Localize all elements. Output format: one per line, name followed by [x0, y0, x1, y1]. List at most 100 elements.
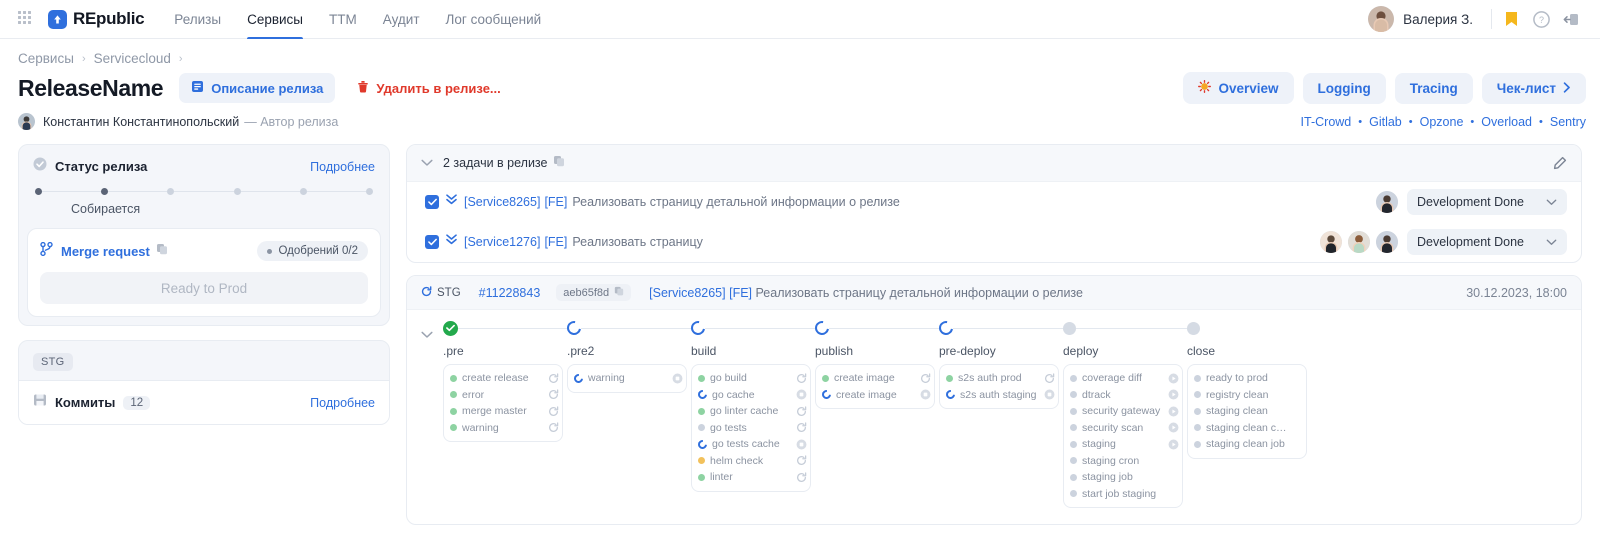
job-action-retry-icon[interactable]: [796, 373, 807, 384]
task-status-select[interactable]: Development Done: [1407, 189, 1567, 215]
list-item[interactable]: merge master: [450, 403, 559, 420]
link-opzone[interactable]: Opzone: [1420, 115, 1464, 129]
list-item[interactable]: go tests: [698, 420, 807, 437]
logout-icon[interactable]: [1556, 4, 1586, 34]
link-gitlab[interactable]: Gitlab: [1369, 115, 1402, 129]
bookmark-icon[interactable]: [1496, 4, 1526, 34]
job-action-play-icon[interactable]: [1168, 406, 1179, 417]
progress-node[interactable]: [299, 188, 307, 195]
job-action-play-icon[interactable]: [1168, 389, 1179, 400]
list-item[interactable]: registry clean: [1194, 387, 1303, 404]
list-item[interactable]: coverage diff: [1070, 370, 1179, 387]
job-action-retry-icon[interactable]: [796, 406, 807, 417]
list-item[interactable]: go cache: [696, 387, 807, 404]
pipeline-task[interactable]: [Service8265] [FE] Реализовать страницу …: [649, 286, 1083, 300]
task-checkbox[interactable]: [425, 235, 439, 249]
avatar[interactable]: [1376, 231, 1398, 253]
list-item[interactable]: staging clean: [1194, 403, 1303, 420]
copy-icon[interactable]: [156, 242, 168, 260]
list-item[interactable]: s2s auth prod: [946, 370, 1055, 387]
breadcrumb-item-servicecloud[interactable]: Servicecloud: [94, 51, 171, 66]
list-item[interactable]: go tests cache: [696, 436, 807, 453]
job-action-play-icon[interactable]: [1168, 373, 1179, 384]
chevron-down-icon[interactable]: [421, 154, 433, 172]
job-action-retry-icon[interactable]: [548, 422, 559, 433]
job-action-retry-icon[interactable]: [548, 406, 559, 417]
nav-link-message-log[interactable]: Лог сообщений: [446, 0, 542, 39]
job-action-retry-icon[interactable]: [1044, 373, 1055, 384]
job-action-retry-icon[interactable]: [548, 389, 559, 400]
list-item[interactable]: staging clean job: [1194, 436, 1303, 453]
stage-status-running-icon[interactable]: [688, 318, 708, 338]
breadcrumb-item-services[interactable]: Сервисы: [18, 51, 74, 66]
pipeline-sha[interactable]: aeb65f8d: [556, 284, 632, 301]
nav-link-audit[interactable]: Аудит: [383, 0, 420, 39]
list-item[interactable]: create image: [822, 370, 931, 387]
stage-status-idle-icon[interactable]: [1063, 321, 1076, 335]
release-description-button[interactable]: Описание релиза: [179, 73, 336, 103]
nav-link-services[interactable]: Сервисы: [247, 0, 303, 39]
progress-node[interactable]: [101, 188, 109, 195]
list-item[interactable]: warning: [450, 420, 559, 437]
brand-logo[interactable]: REpublic: [48, 9, 145, 29]
progress-node[interactable]: [366, 188, 374, 195]
job-action-retry-icon[interactable]: [796, 422, 807, 433]
job-action-cancel-icon[interactable]: [672, 373, 683, 384]
user-menu[interactable]: Валерия З.: [1368, 6, 1487, 32]
commits-more-link[interactable]: Подробнее: [310, 396, 375, 410]
job-action-cancel-icon[interactable]: [1044, 389, 1055, 400]
list-item[interactable]: staging cron: [1070, 453, 1179, 470]
copy-icon[interactable]: [553, 154, 565, 172]
list-item[interactable]: ready to prod: [1194, 370, 1303, 387]
list-item[interactable]: dtrack: [1070, 387, 1179, 404]
delete-release-button[interactable]: Удалить в релизе...: [347, 73, 510, 103]
stage-status-running-icon[interactable]: [936, 318, 956, 338]
job-action-play-icon[interactable]: [1168, 439, 1179, 450]
task-status-select[interactable]: Development Done: [1407, 229, 1567, 255]
list-item[interactable]: s2s auth staging: [944, 387, 1055, 404]
list-item[interactable]: warning: [572, 370, 683, 387]
avatar[interactable]: [1320, 231, 1342, 253]
job-action-cancel-icon[interactable]: [796, 439, 807, 450]
list-item[interactable]: create image: [820, 387, 931, 404]
job-action-play-icon[interactable]: [1168, 422, 1179, 433]
merge-request-link[interactable]: Merge request: [61, 244, 150, 259]
copy-icon[interactable]: [614, 286, 624, 299]
link-it-crowd[interactable]: IT-Crowd: [1301, 115, 1352, 129]
job-action-retry-icon[interactable]: [548, 373, 559, 384]
nav-link-releases[interactable]: Релизы: [174, 0, 221, 39]
list-item[interactable]: go linter cache: [698, 403, 807, 420]
tab-overview[interactable]: Overview: [1183, 72, 1294, 104]
pipeline-collapse-toggle[interactable]: [421, 320, 443, 344]
list-item[interactable]: error: [450, 387, 559, 404]
list-item[interactable]: helm check: [698, 453, 807, 470]
task-checkbox[interactable]: [425, 195, 439, 209]
release-status-more-link[interactable]: Подробнее: [310, 160, 375, 174]
table-row[interactable]: [Service8265] [FE] Реализовать страницу …: [407, 182, 1581, 222]
list-item[interactable]: staging job: [1070, 469, 1179, 486]
nav-link-ttm[interactable]: TTM: [329, 0, 357, 39]
list-item[interactable]: create release: [450, 370, 559, 387]
job-action-retry-icon[interactable]: [796, 455, 807, 466]
list-item[interactable]: linter: [698, 469, 807, 486]
task-key[interactable]: [Service1276]: [464, 235, 540, 249]
link-sentry[interactable]: Sentry: [1550, 115, 1586, 129]
help-icon[interactable]: ?: [1526, 4, 1556, 34]
ready-to-prod-button[interactable]: Ready to Prod: [40, 272, 368, 304]
progress-node[interactable]: [233, 188, 241, 195]
stage-status-idle-icon[interactable]: [1187, 321, 1200, 335]
job-action-cancel-icon[interactable]: [920, 389, 931, 400]
progress-node[interactable]: [167, 188, 175, 195]
progress-node[interactable]: [35, 188, 42, 195]
avatar[interactable]: [1376, 191, 1398, 213]
job-action-retry-icon[interactable]: [796, 472, 807, 483]
tab-tracing[interactable]: Tracing: [1394, 72, 1473, 104]
job-action-retry-icon[interactable]: [920, 373, 931, 384]
tab-checklist[interactable]: Чек-лист: [1481, 72, 1586, 104]
avatar[interactable]: [1348, 231, 1370, 253]
task-key[interactable]: [Service8265]: [464, 195, 540, 209]
list-item[interactable]: go build: [698, 370, 807, 387]
stage-status-running-icon[interactable]: [564, 318, 584, 338]
stage-status-success-icon[interactable]: [443, 320, 458, 336]
list-item[interactable]: staging: [1070, 436, 1179, 453]
